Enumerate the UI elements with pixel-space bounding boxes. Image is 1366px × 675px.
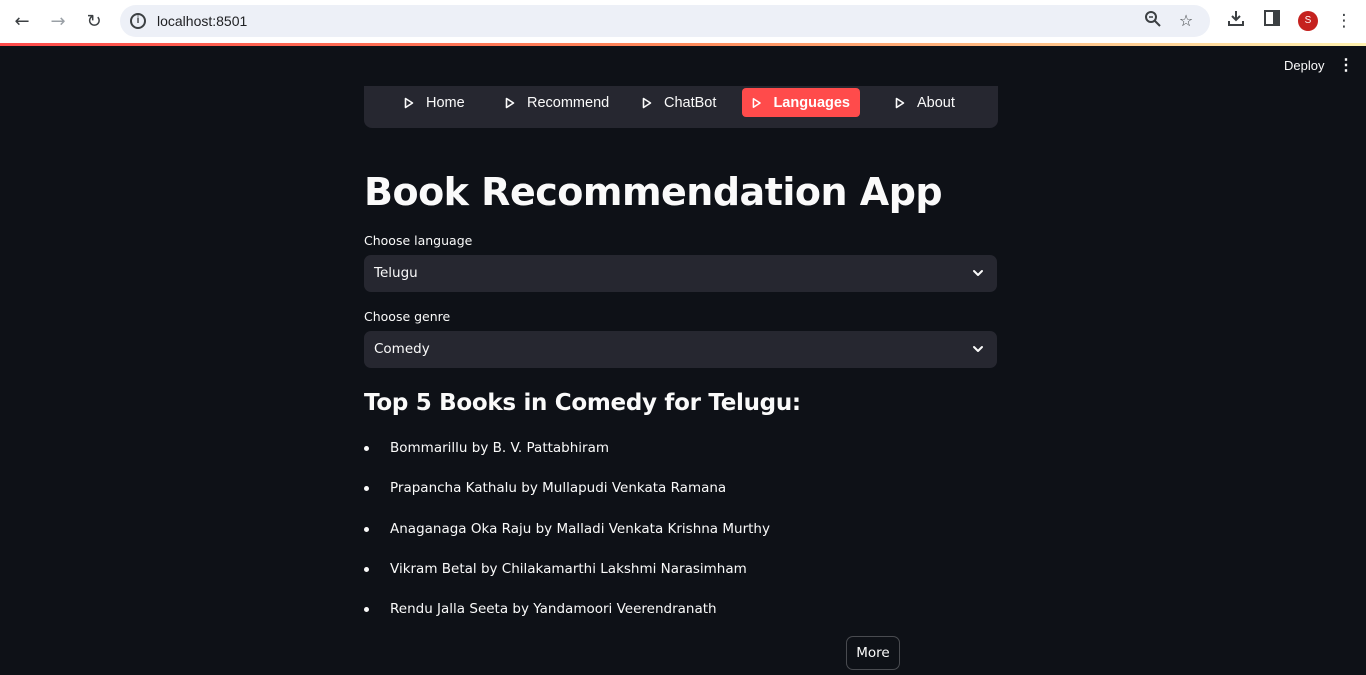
play-icon	[642, 97, 652, 108]
menu-item-about[interactable]: About	[885, 88, 965, 117]
book-title: Rendu Jalla Seeta by Yandamoori Veerendr…	[390, 601, 717, 618]
status-decoration-bar	[0, 43, 1366, 46]
back-icon[interactable]: ←	[10, 10, 34, 34]
menu-item-label: ChatBot	[664, 94, 717, 111]
reload-icon[interactable]: ↻	[82, 10, 106, 34]
menu-item-label: About	[917, 94, 955, 111]
language-select-value: Telugu	[374, 265, 418, 281]
bookmark-star-icon[interactable]: ☆	[1175, 10, 1197, 32]
genre-select-value: Comedy	[374, 341, 430, 357]
language-label: Choose language	[364, 233, 473, 248]
chevron-down-icon	[973, 270, 983, 276]
url-text[interactable]: localhost:8501	[157, 13, 247, 29]
site-info-icon[interactable]: i	[130, 13, 146, 29]
side-panel-icon[interactable]	[1260, 9, 1284, 33]
browser-menu-icon[interactable]: ⋮	[1332, 9, 1356, 33]
menu-item-recommend[interactable]: Recommend	[495, 88, 619, 117]
book-list: Bommarillu by B. V. Pattabhiram Prapanch…	[364, 438, 770, 639]
book-title: Vikram Betal by Chilakamarthi Lakshmi Na…	[390, 560, 747, 577]
bullet-icon	[364, 566, 369, 572]
menu-item-languages[interactable]: Languages	[742, 88, 860, 117]
list-item: Prapancha Kathalu by Mullapudi Venkata R…	[364, 478, 770, 518]
more-button[interactable]: More	[846, 636, 900, 670]
list-item: Vikram Betal by Chilakamarthi Lakshmi Na…	[364, 559, 770, 599]
chevron-down-icon	[973, 346, 983, 352]
forward-icon[interactable]: →	[46, 10, 70, 34]
book-title: Prapancha Kathalu by Mullapudi Venkata R…	[390, 480, 727, 497]
book-title: Bommarillu by B. V. Pattabhiram	[390, 440, 610, 456]
address-bar[interactable]: i localhost:8501 ☆	[120, 5, 1210, 37]
genre-select[interactable]: Comedy	[364, 331, 997, 368]
menu-item-label: Recommend	[527, 94, 610, 111]
profile-avatar[interactable]: S	[1298, 11, 1318, 31]
menu-item-label: Home	[426, 94, 465, 111]
page-title: Book Recommendation App	[364, 170, 943, 214]
results-heading: Top 5 Books in Comedy for Telugu:	[364, 390, 801, 416]
menu-item-chatbot[interactable]: ChatBot	[632, 88, 726, 117]
book-title: Anaganaga Oka Raju by Malladi Venkata Kr…	[390, 520, 770, 537]
download-icon[interactable]	[1224, 9, 1248, 33]
language-select[interactable]: Telugu	[364, 255, 997, 292]
bullet-icon	[364, 446, 369, 451]
play-icon	[404, 97, 414, 108]
bullet-icon	[364, 486, 369, 492]
bullet-icon	[364, 526, 369, 532]
list-item: Anaganaga Oka Raju by Malladi Venkata Kr…	[364, 519, 770, 559]
list-item: Rendu Jalla Seeta by Yandamoori Veerendr…	[364, 599, 770, 639]
genre-label: Choose genre	[364, 309, 451, 324]
browser-toolbar: ← → ↻ i localhost:8501 ☆ S ⋮	[0, 0, 1366, 44]
play-icon	[752, 97, 761, 108]
deploy-button[interactable]: Deploy	[1276, 56, 1332, 76]
navigation-menu: Home Recommend ChatBot Languages About	[364, 86, 998, 128]
list-item: Bommarillu by B. V. Pattabhiram	[364, 438, 770, 478]
main-menu-icon[interactable]: ⋮	[1338, 56, 1354, 76]
menu-item-home[interactable]: Home	[394, 88, 475, 117]
zoom-icon[interactable]	[1142, 10, 1164, 32]
menu-item-label: Languages	[773, 94, 850, 111]
play-icon	[505, 97, 515, 108]
bullet-icon	[364, 607, 369, 613]
play-icon	[895, 97, 905, 108]
